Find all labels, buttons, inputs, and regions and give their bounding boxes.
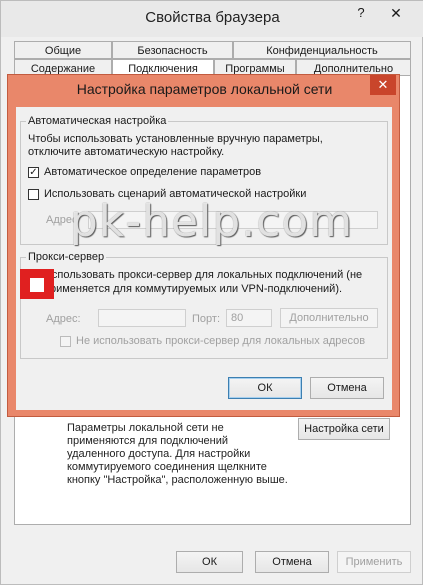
- tab-general[interactable]: Общие: [14, 41, 112, 59]
- lan-dialog-title: Настройка параметров локальной сети: [76, 81, 333, 97]
- auto-detect-label: Автоматическое определение параметров: [44, 166, 262, 178]
- lan-cancel-button[interactable]: Отмена: [310, 377, 384, 399]
- use-proxy-label-line2: применяется для коммутируемых или VPN-по…: [44, 283, 343, 295]
- lan-ok-button[interactable]: ОК: [228, 377, 302, 399]
- outer-close-icon[interactable]: ✕: [376, 3, 416, 23]
- tab-security[interactable]: Безопасность: [112, 41, 233, 59]
- help-icon[interactable]: ?: [353, 5, 369, 21]
- lan-note-text: Параметры локальной сети не применяются …: [67, 422, 288, 486]
- watermark: pk-help.com: [69, 196, 354, 247]
- proxy-port-input[interactable]: 80: [226, 309, 272, 327]
- checkmark-icon: ✓: [29, 167, 38, 178]
- proxy-port-label: Порт:: [192, 313, 220, 325]
- use-proxy-label-line1: Использовать прокси-сервер для локальных…: [44, 269, 363, 281]
- use-proxy-checkbox[interactable]: [30, 278, 44, 292]
- lan-dialog-body: Автоматическая настройка Чтобы использов…: [16, 107, 392, 410]
- proxy-address-label: Адрес:: [46, 313, 81, 325]
- outer-apply-button[interactable]: Применить: [337, 551, 411, 573]
- proxy-group-label: Прокси-сервер: [26, 251, 107, 263]
- auto-detect-checkbox[interactable]: ✓: [28, 167, 39, 178]
- bypass-local-label: Не использовать прокси-сервер для локаль…: [76, 335, 366, 347]
- auto-config-group-label: Автоматическая настройка: [26, 115, 169, 127]
- outer-cancel-button[interactable]: Отмена: [255, 551, 329, 573]
- lan-dialog-close-icon[interactable]: ✕: [370, 75, 396, 95]
- auto-config-description: Чтобы использовать установленные вручную…: [28, 133, 323, 158]
- bypass-local-checkbox[interactable]: [60, 336, 71, 347]
- lan-settings-button[interactable]: Настройка сети: [298, 418, 390, 440]
- proxy-address-input[interactable]: [98, 309, 186, 327]
- outer-ok-button[interactable]: ОК: [176, 551, 243, 573]
- proxy-advanced-button[interactable]: Дополнительно: [280, 308, 378, 328]
- tab-privacy[interactable]: Конфиденциальность: [233, 41, 411, 59]
